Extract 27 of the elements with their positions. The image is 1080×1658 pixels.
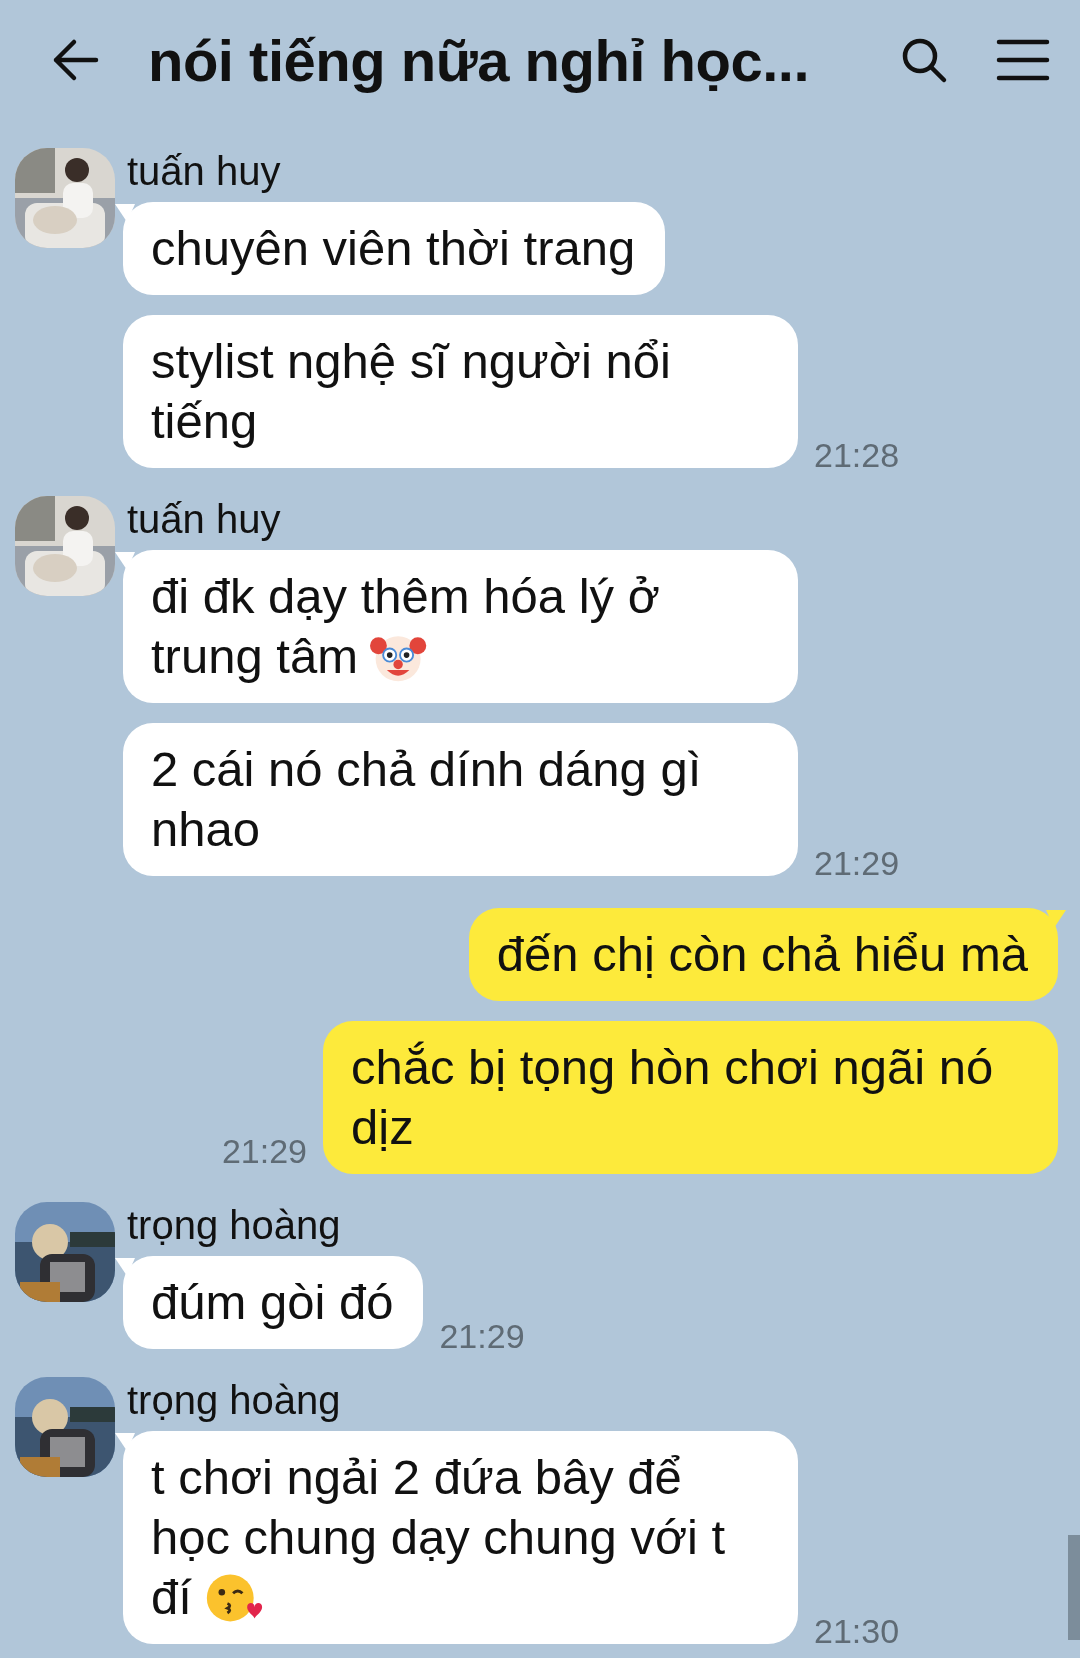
message-text: tiếng xyxy=(151,393,258,450)
menu-button[interactable] xyxy=(996,37,1050,83)
sender-name: trọng hoàng xyxy=(127,1377,342,1423)
message-text: trung tâm xyxy=(151,628,358,685)
message-text: 2 cái nó chả dính dáng gì xyxy=(151,741,702,798)
message-time: 21:29 xyxy=(439,1317,525,1355)
message-text: chắc bị tọng hòn chơi ngãi nó xyxy=(351,1039,994,1096)
message-text: đúm gòi đó xyxy=(151,1274,394,1331)
message-text: đi đk dạy thêm hóa lý ở xyxy=(151,568,660,625)
message-time: 21:30 xyxy=(814,1612,900,1650)
message-text: chuyên viên thời trang xyxy=(151,220,636,277)
message-text: stylist nghệ sĩ người nổi xyxy=(151,333,671,390)
message-text: dịz xyxy=(351,1099,414,1156)
message-text: đí xyxy=(151,1569,192,1626)
message-text: nhao xyxy=(151,801,260,858)
message-time: 21:29 xyxy=(814,844,900,882)
scrollbar-thumb[interactable] xyxy=(1068,1535,1080,1640)
message-time: 21:29 xyxy=(221,1132,307,1170)
chat-title: nói tiếng nữa nghỉ học... xyxy=(148,26,810,95)
search-button[interactable] xyxy=(900,36,948,84)
message-text: học chung dạy chung với t xyxy=(151,1509,726,1566)
message-time: 21:28 xyxy=(814,436,900,474)
message-text: t chơi ngải 2 đứa bây để xyxy=(151,1449,682,1506)
sender-name: trọng hoàng xyxy=(127,1202,342,1248)
sender-name: tuấn huy xyxy=(127,148,282,194)
message-text: đến chị còn chả hiểu mà xyxy=(496,926,1028,983)
sender-name: tuấn huy xyxy=(127,496,282,542)
